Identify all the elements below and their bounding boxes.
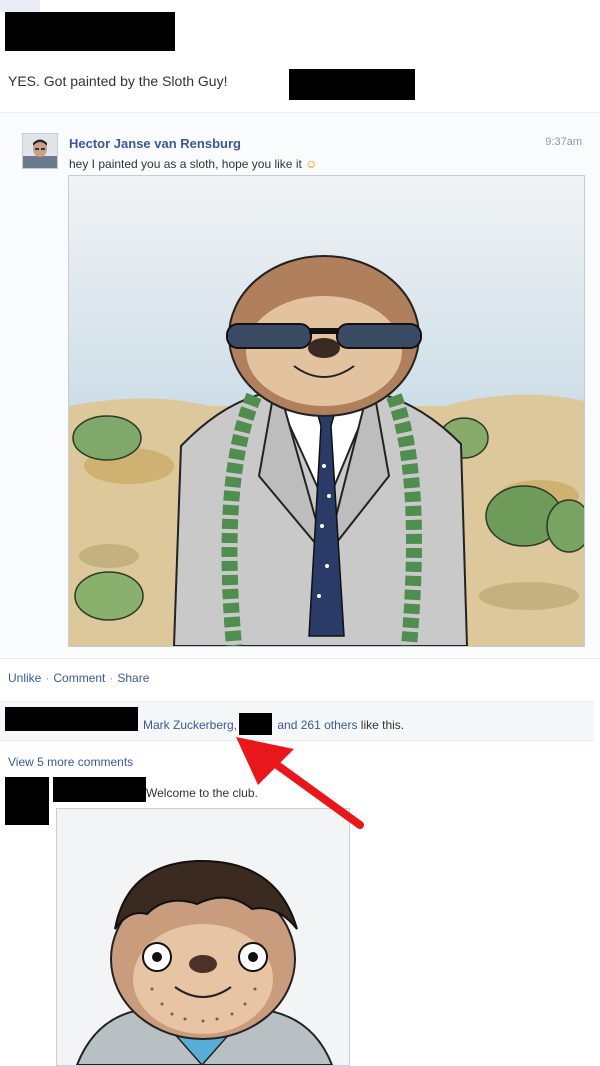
comment-link[interactable]: Comment [53,671,105,685]
comment-sloth-photo[interactable] [56,808,350,1066]
red-arrow-icon [236,737,364,829]
redacted-commenter-avatar [5,777,49,825]
sloth-painting-icon [69,176,584,646]
message-timestamp: 9:37am [545,136,582,148]
redacted-commenter-name [53,777,146,802]
post-actions: Unlike · Comment · Share [8,671,149,685]
view-more-comments-link[interactable]: View 5 more comments [8,755,133,769]
sloth-painting-image[interactable] [68,175,585,647]
author-avatar[interactable] [22,133,58,169]
smiley-emoji-icon: ☺ [305,157,318,171]
sloth-painting-icon [57,809,349,1065]
action-separator: · [45,671,50,685]
redacted-status-suffix [289,69,415,100]
message-text: hey I painted you as a sloth, hope you l… [69,157,318,171]
author-name-link[interactable]: Hector Janse van Rensburg [69,136,241,151]
redacted-liker-names [5,707,138,731]
liker-link[interactable]: Mark Zuckerberg, [143,718,237,732]
action-separator: · [109,671,114,685]
profile-photo-icon [23,134,57,168]
redacted-poster-name [5,12,175,51]
top-corner-thumbnail [0,0,40,12]
unlike-link[interactable]: Unlike [8,671,41,685]
status-text: YES. Got painted by the Sloth Guy! [8,73,228,89]
share-link[interactable]: Share [117,671,149,685]
